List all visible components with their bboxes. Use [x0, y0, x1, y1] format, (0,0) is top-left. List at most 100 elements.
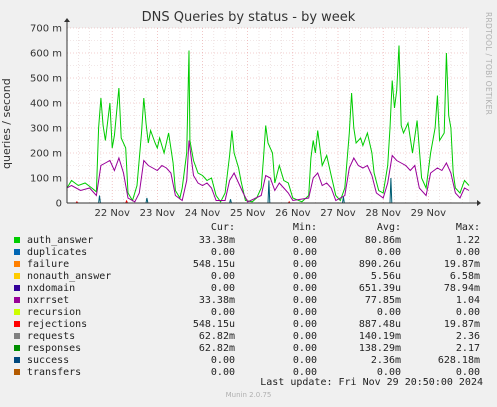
legend-label: responses	[27, 343, 82, 354]
legend-swatch	[14, 237, 20, 243]
legend-value-max: 628.18m	[437, 355, 480, 366]
legend-swatch	[14, 249, 20, 255]
x-tick-label: 25 Nov	[230, 208, 266, 219]
legend-row: failure 548.15u 0.00 890.26u 19.87m	[0, 259, 497, 271]
legend-label: nonauth_answer	[27, 271, 112, 282]
legend-label: auth_answer	[27, 235, 94, 246]
legend-row: requests 62.82m 0.00 140.19m 2.36	[0, 331, 497, 343]
y-tick-label: 0	[56, 199, 62, 210]
legend-value-min: 0.00	[292, 331, 317, 342]
y-tick-label: 200 m	[30, 149, 62, 160]
legend-row: nxrrset 33.38m 0.00 77.85m 1.04	[0, 295, 497, 307]
munin-version: Munin 2.0.75	[225, 391, 272, 399]
legend-value-max: 1.04	[455, 295, 480, 306]
legend-swatch	[14, 297, 20, 303]
legend-value-avg: 651.39u	[358, 283, 401, 294]
legend-value-cur: 0.00	[210, 355, 235, 366]
legend-value-cur: 0.00	[210, 283, 235, 294]
legend-value-cur: 0.00	[210, 271, 235, 282]
legend-swatch	[14, 273, 20, 279]
legend-row: auth_answer 33.38m 0.00 80.86m 1.22	[0, 235, 497, 247]
legend-row: nonauth_answer 0.00 0.00 5.56u 6.58m	[0, 271, 497, 283]
legend-value-min: 0.00	[292, 259, 317, 270]
legend-value-max: 0.00	[455, 307, 480, 318]
legend-row: success 0.00 0.00 2.36m 628.18m	[0, 355, 497, 367]
y-tick-label: 100 m	[30, 174, 62, 185]
plot-area: 0 100 m 200 m 300 m 400 m 500 m 600 m 700 m 22 N…	[30, 18, 481, 219]
legend-label: rejections	[27, 319, 88, 330]
y-axis-arrow	[64, 18, 70, 22]
legend-value-max: 6.58m	[449, 271, 480, 282]
legend-value-cur: 0.00	[210, 307, 235, 318]
legend-swatch	[14, 345, 20, 351]
x-axis-arrow	[477, 200, 481, 206]
legend-value-cur: 62.82m	[198, 331, 235, 342]
legend-label: recursion	[27, 307, 82, 318]
legend-row: rejections 548.15u 0.00 887.48u 19.87m	[0, 319, 497, 331]
legend-value-cur: 62.82m	[198, 343, 235, 354]
legend-value-avg: 5.56u	[370, 271, 401, 282]
legend-value-cur: 33.38m	[198, 295, 235, 306]
y-tick-label: 300 m	[30, 124, 62, 135]
legend-value-avg: 138.29m	[358, 343, 401, 354]
legend-label: success	[27, 355, 70, 366]
legend-value-max: 2.36	[455, 331, 480, 342]
legend-value-avg: 2.36m	[370, 355, 401, 366]
x-tick-label: 29 Nov	[411, 208, 447, 219]
legend-value-max: 78.94m	[443, 283, 480, 294]
legend-header-cur: Cur:	[210, 222, 235, 233]
legend-value-cur: 0.00	[210, 247, 235, 258]
x-tick-label: 24 Nov	[185, 208, 221, 219]
legend-value-min: 0.00	[292, 355, 317, 366]
legend-row: nxdomain 0.00 0.00 651.39u 78.94m	[0, 283, 497, 295]
legend-value-max: 1.22	[455, 235, 480, 246]
legend-label: nxrrset	[27, 295, 70, 306]
legend-value-min: 0.00	[292, 271, 317, 282]
legend-swatch	[14, 261, 20, 267]
legend-value-min: 0.00	[292, 319, 317, 330]
legend-label: duplicates	[27, 247, 88, 258]
x-tick-label: 27 Nov	[320, 208, 356, 219]
x-tick-label: 23 Nov	[140, 208, 176, 219]
y-tick-label: 500 m	[30, 74, 62, 85]
legend-row: responses 62.82m 0.00 138.29m 2.17	[0, 343, 497, 355]
legend-value-avg: 887.48u	[358, 319, 401, 330]
legend-value-min: 0.00	[292, 247, 317, 258]
y-tick-label: 600 m	[30, 49, 62, 60]
legend-value-min: 0.00	[292, 283, 317, 294]
last-update: Last update: Fri Nov 29 20:50:00 2024	[260, 377, 483, 388]
legend-label: nxdomain	[27, 283, 76, 294]
x-tick-label: 26 Nov	[275, 208, 311, 219]
legend-swatch	[14, 357, 20, 363]
legend-value-max: 2.17	[455, 343, 480, 354]
legend-value-avg: 77.85m	[364, 295, 401, 306]
x-tick-label: 28 Nov	[365, 208, 401, 219]
legend-row: recursion 0.00 0.00 0.00 0.00	[0, 307, 497, 319]
y-tick-label: 400 m	[30, 99, 62, 110]
legend-value-avg: 80.86m	[364, 235, 401, 246]
legend-label: requests	[27, 331, 76, 342]
legend-swatch	[14, 285, 20, 291]
legend-header-avg: Avg:	[376, 222, 401, 233]
legend-value-avg: 140.19m	[358, 331, 401, 342]
x-tick-label: 22 Nov	[94, 208, 130, 219]
legend-value-max: 19.87m	[443, 319, 480, 330]
legend-swatch	[14, 333, 20, 339]
legend-header-min: Min:	[292, 222, 317, 233]
legend-value-max: 0.00	[455, 247, 480, 258]
legend-value-avg: 0.00	[376, 247, 401, 258]
legend-value-min: 0.00	[292, 235, 317, 246]
legend-swatch	[14, 369, 20, 375]
legend-swatch	[14, 321, 20, 327]
legend-value-min: 0.00	[292, 343, 317, 354]
legend-value-min: 0.00	[292, 295, 317, 306]
legend-label: failure	[27, 259, 70, 270]
legend-value-cur: 548.15u	[192, 259, 235, 270]
legend-value-min: 0.00	[292, 307, 317, 318]
legend-row: duplicates 0.00 0.00 0.00 0.00	[0, 247, 497, 259]
legend-swatch	[14, 309, 20, 315]
legend-value-avg: 0.00	[376, 307, 401, 318]
legend-value-cur: 33.38m	[198, 235, 235, 246]
legend-header-max: Max:	[455, 222, 480, 233]
legend-value-cur: 548.15u	[192, 319, 235, 330]
